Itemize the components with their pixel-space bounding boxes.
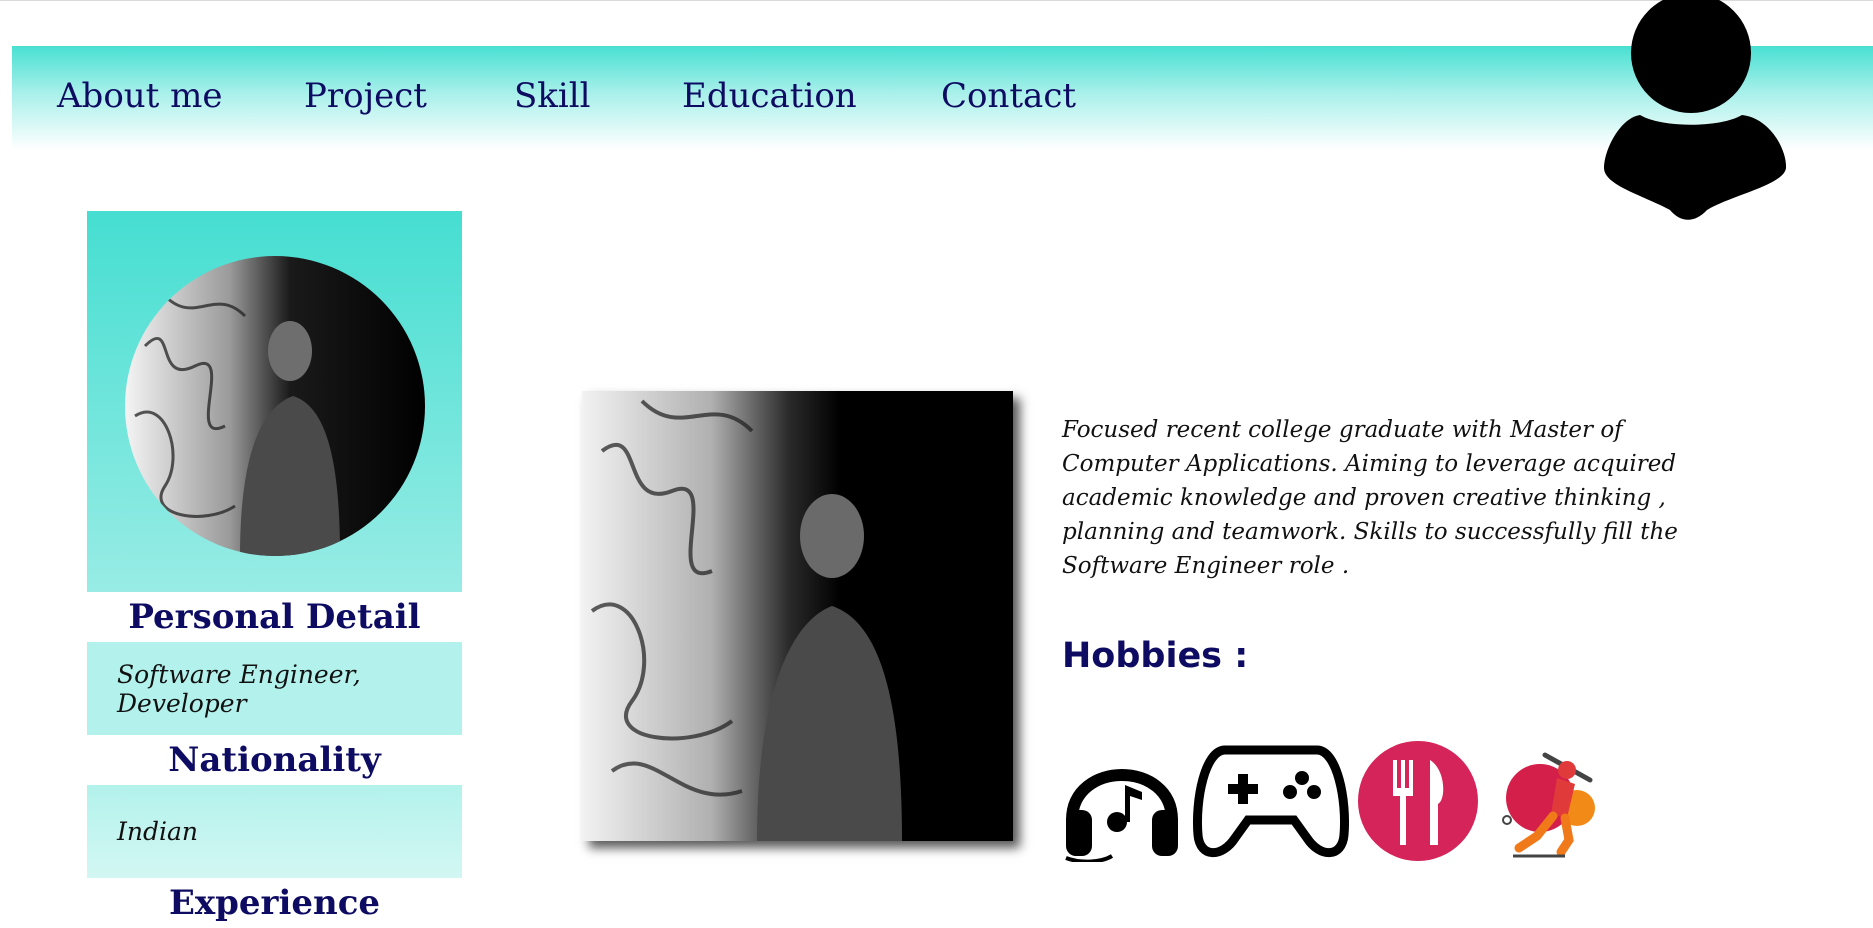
nationality-value: Indian <box>87 785 462 878</box>
cricket-batsman-icon <box>1502 752 1595 858</box>
personal-detail-value: Software Engineer, Developer <box>87 642 462 735</box>
photo-panel <box>87 211 462 592</box>
headphones-music-icon <box>1065 769 1178 862</box>
profile-card: Personal Detail Software Engineer, Devel… <box>87 211 462 928</box>
nav-education[interactable]: Education <box>682 76 857 116</box>
nav-project[interactable]: Project <box>304 76 427 116</box>
personal-detail-title: Personal Detail <box>128 597 421 637</box>
experience-title: Experience <box>168 883 381 923</box>
about-description: Focused recent college graduate with Mas… <box>1062 417 1678 579</box>
navbar: About me Project Skill Education Contact <box>12 46 1873 150</box>
nav-skill[interactable]: Skill <box>514 76 591 116</box>
nationality-title: Nationality <box>168 740 381 780</box>
nav-about-me[interactable]: About me <box>57 76 223 116</box>
profile-photo <box>125 256 425 556</box>
hobbies-title: Hobbies : <box>1062 636 1249 676</box>
top-border <box>0 0 1873 1</box>
user-avatar-icon[interactable] <box>1602 0 1790 222</box>
game-controller-icon <box>1193 745 1349 858</box>
fork-knife-icon <box>1358 741 1478 861</box>
nav-contact[interactable]: Contact <box>941 76 1076 116</box>
portrait-photo <box>582 391 1013 841</box>
